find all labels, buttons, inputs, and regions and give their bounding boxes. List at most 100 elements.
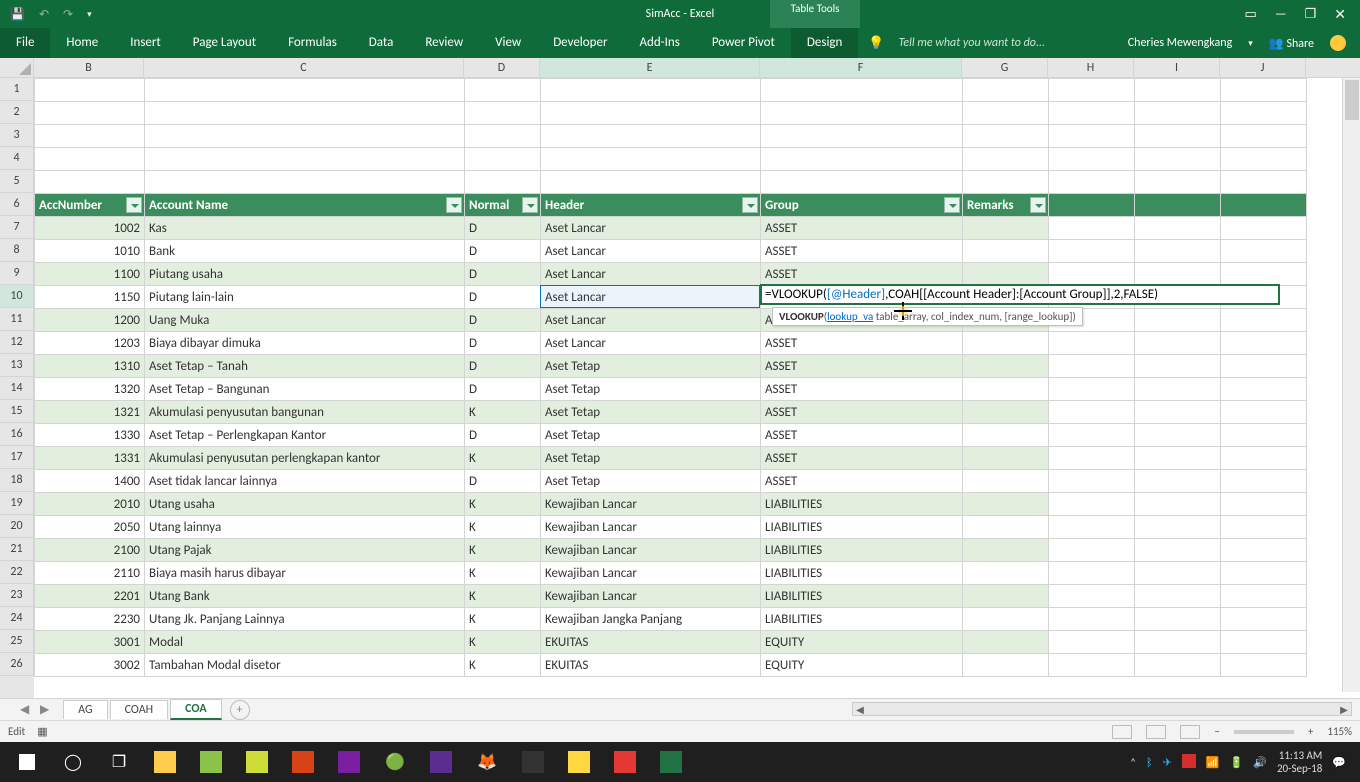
cell[interactable]: ASSET [761, 470, 963, 493]
filter-dropdown-icon[interactable] [126, 197, 142, 213]
cell[interactable]: Aset Tetap [541, 378, 761, 401]
cell-editor[interactable]: =VLOOKUP([@Header],COAH[[Account Header]… [760, 284, 1280, 305]
cell[interactable]: LIABILITIES [761, 516, 963, 539]
cell[interactable]: Akumulasi penyusutan perlengkapan kantor [145, 447, 465, 470]
cell[interactable] [1049, 654, 1135, 677]
row-header-21[interactable]: 21 [0, 538, 34, 561]
cell[interactable] [1135, 217, 1221, 240]
cell[interactable]: Kewajiban Lancar [541, 539, 761, 562]
cell[interactable]: Uang Muka [145, 309, 465, 332]
cell[interactable] [1049, 493, 1135, 516]
cell[interactable]: 2230 [35, 608, 145, 631]
tab-home[interactable]: Home [50, 28, 114, 58]
cell[interactable]: 1320 [35, 378, 145, 401]
select-all-button[interactable] [0, 58, 34, 77]
cell[interactable] [1135, 470, 1221, 493]
cell[interactable]: 2010 [35, 493, 145, 516]
cell[interactable]: 2050 [35, 516, 145, 539]
cell[interactable] [1221, 608, 1307, 631]
sheet-nav-icon[interactable]: ◀ ▶ [20, 702, 53, 717]
cell[interactable]: Aset Tetap [541, 355, 761, 378]
cell[interactable] [1135, 562, 1221, 585]
cell[interactable]: Piutang usaha [145, 263, 465, 286]
chrome-icon[interactable]: 🟢 [374, 746, 416, 778]
task-view-icon[interactable]: ❐ [98, 746, 140, 778]
cell[interactable] [1221, 585, 1307, 608]
filter-dropdown-icon[interactable] [742, 197, 758, 213]
vs-icon[interactable] [420, 746, 462, 778]
cell[interactable]: ASSET [761, 332, 963, 355]
normal-view-icon[interactable] [1112, 725, 1132, 739]
sheet-tab-ag[interactable]: AG [63, 700, 107, 719]
cell[interactable]: D [465, 355, 541, 378]
row-header-20[interactable]: 20 [0, 515, 34, 538]
cell[interactable] [1221, 355, 1307, 378]
cell[interactable]: 1321 [35, 401, 145, 424]
cell[interactable]: Utang lainnya [145, 516, 465, 539]
cell[interactable] [1049, 516, 1135, 539]
cell[interactable] [1221, 378, 1307, 401]
notepadpp-icon[interactable] [236, 746, 278, 778]
row-header-10[interactable]: 10 [0, 285, 34, 308]
bluetooth-icon[interactable]: ᛒ [1146, 756, 1153, 769]
cell[interactable]: LIABILITIES [761, 585, 963, 608]
tab-developer[interactable]: Developer [537, 28, 623, 58]
col-header-H[interactable]: H [1048, 58, 1134, 77]
cell[interactable] [1221, 309, 1307, 332]
cell[interactable]: D [465, 424, 541, 447]
notifications-icon[interactable]: 💬 [1332, 756, 1346, 769]
terminal-icon[interactable] [512, 746, 554, 778]
qat-more-icon[interactable]: ▾ [87, 9, 92, 20]
tab-add-ins[interactable]: Add-Ins [623, 28, 695, 58]
cell[interactable] [963, 378, 1049, 401]
cell[interactable] [1221, 240, 1307, 263]
onenote-icon[interactable] [328, 746, 370, 778]
vertical-scrollbar[interactable] [1342, 78, 1360, 692]
cell[interactable]: Biaya masih harus dibayar [145, 562, 465, 585]
col-header-J[interactable]: J [1220, 58, 1306, 77]
tell-me-input[interactable]: Tell me what you want to do... [899, 36, 1045, 50]
cell[interactable]: ASSET [761, 447, 963, 470]
excel-icon[interactable] [650, 746, 692, 778]
cell[interactable]: Kewajiban Lancar [541, 585, 761, 608]
cell[interactable] [1049, 447, 1135, 470]
table-header-cell[interactable]: Group [761, 194, 963, 217]
col-header-B[interactable]: B [34, 58, 144, 77]
zoom-in-icon[interactable]: + [1308, 725, 1313, 738]
cell[interactable]: 2100 [35, 539, 145, 562]
cell[interactable]: Aset tidak lancar lainnya [145, 470, 465, 493]
filter-dropdown-icon[interactable] [446, 197, 462, 213]
cell[interactable]: Aset Tetap – Perlengkapan Kantor [145, 424, 465, 447]
cell[interactable] [1135, 585, 1221, 608]
cell[interactable] [1221, 539, 1307, 562]
zoom-out-icon[interactable]: − [1214, 725, 1219, 738]
row-header-9[interactable]: 9 [0, 262, 34, 285]
cell[interactable] [963, 631, 1049, 654]
cell[interactable]: LIABILITIES [761, 608, 963, 631]
row-header-11[interactable]: 11 [0, 308, 34, 331]
cell[interactable] [1049, 378, 1135, 401]
cell[interactable] [963, 585, 1049, 608]
cell[interactable] [1049, 539, 1135, 562]
cell[interactable] [963, 217, 1049, 240]
row-header-14[interactable]: 14 [0, 377, 34, 400]
cell[interactable] [1221, 654, 1307, 677]
cell[interactable] [1135, 516, 1221, 539]
sheet-tab-coah[interactable]: COAH [110, 700, 169, 719]
cell[interactable] [963, 608, 1049, 631]
cell[interactable]: K [465, 631, 541, 654]
cell[interactable]: D [465, 332, 541, 355]
row-header-8[interactable]: 8 [0, 239, 34, 262]
filter-dropdown-icon[interactable] [522, 197, 538, 213]
cell[interactable]: Utang Bank [145, 585, 465, 608]
telegram-icon[interactable]: ✈ [1163, 756, 1172, 769]
cell[interactable] [1135, 608, 1221, 631]
maximize-icon[interactable]: ❐ [1305, 7, 1317, 22]
row-header-7[interactable]: 7 [0, 216, 34, 239]
tray-up-icon[interactable]: ˄ [1130, 756, 1136, 769]
cell[interactable] [1135, 240, 1221, 263]
row-header-4[interactable]: 4 [0, 147, 34, 170]
redo-icon[interactable]: ↷ [63, 7, 73, 22]
cell[interactable]: 1330 [35, 424, 145, 447]
tab-page-layout[interactable]: Page Layout [177, 28, 272, 58]
